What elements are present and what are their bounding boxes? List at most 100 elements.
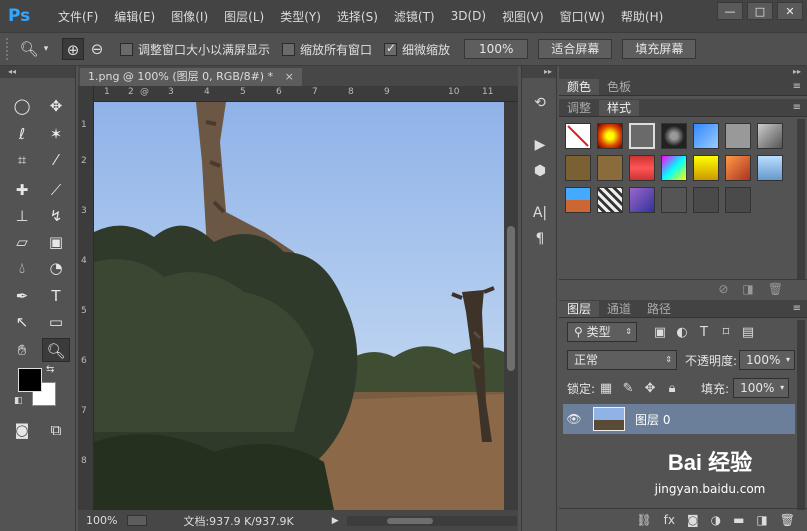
canvas-vertical-scrollbar[interactable] — [504, 102, 518, 510]
marquee-tool-icon[interactable]: ◯ — [8, 94, 36, 118]
blend-mode-select[interactable]: 正常 ⇕ — [567, 350, 677, 370]
menu-type[interactable]: 类型(Y) — [272, 8, 329, 25]
style-swatch-none[interactable] — [565, 123, 591, 149]
tab-color[interactable]: 颜色 — [559, 79, 600, 95]
quick-mask-icon[interactable]: ◙ — [8, 418, 36, 442]
style-swatch[interactable] — [693, 187, 719, 213]
style-swatch[interactable] — [693, 123, 719, 149]
rectangle-tool-icon[interactable]: ▭ — [42, 310, 70, 334]
menu-image[interactable]: 图像(I) — [163, 8, 216, 25]
eyedropper-tool-icon[interactable]: ⁄ — [42, 148, 70, 172]
lock-all-icon[interactable]: 🔒︎ — [661, 381, 683, 396]
style-swatch[interactable] — [725, 155, 751, 181]
styles-scrollbar[interactable] — [797, 119, 805, 279]
style-swatch[interactable] — [693, 155, 719, 181]
clear-style-icon[interactable]: ⊘ — [718, 280, 728, 297]
actions-panel-icon[interactable]: ▶ — [528, 134, 552, 156]
layer-row[interactable]: 👁︎ 图层 0 — [563, 404, 795, 434]
menu-file[interactable]: 文件(F) — [50, 8, 106, 25]
zoom-tool-icon[interactable]: 🔍︎ — [42, 338, 70, 362]
screen-mode-icon[interactable]: ⧉ — [42, 418, 70, 442]
magic-wand-tool-icon[interactable]: ✶ — [42, 122, 70, 146]
menu-window[interactable]: 窗口(W) — [552, 8, 613, 25]
dock-collapse-icon[interactable]: ▸▸ — [793, 66, 801, 78]
minimize-button[interactable]: — — [717, 2, 743, 20]
tab-swatches[interactable]: 色板 — [599, 79, 639, 95]
filter-type-icon[interactable]: T — [693, 325, 715, 340]
opacity-input[interactable]: 100% ▾ — [739, 350, 796, 370]
status-info-icon[interactable] — [127, 515, 148, 526]
chevron-down-icon[interactable]: ▾ — [40, 38, 52, 60]
tab-adjustments[interactable]: 调整 — [559, 100, 599, 116]
healing-brush-tool-icon[interactable]: ✚ — [8, 178, 36, 202]
menu-layer[interactable]: 图层(L) — [216, 8, 272, 25]
filter-shape-icon[interactable]: ⌑ — [715, 325, 737, 340]
layer-style-icon[interactable]: fx — [664, 509, 675, 531]
dodge-tool-icon[interactable]: ◔ — [42, 256, 70, 280]
dock-expand-icon[interactable]: ▸▸ — [522, 66, 556, 78]
color-panel-menu-icon[interactable]: ≡ — [793, 79, 801, 95]
style-swatch[interactable] — [661, 155, 687, 181]
default-colors-icon[interactable]: ◧ — [14, 396, 23, 406]
new-group-icon[interactable]: ▬ — [733, 509, 744, 531]
style-swatch[interactable] — [629, 155, 655, 181]
menu-help[interactable]: 帮助(H) — [613, 8, 671, 25]
layers-panel-menu-icon[interactable]: ≡ — [793, 301, 801, 317]
history-panel-icon[interactable]: ⟲ — [528, 92, 552, 114]
scrubby-zoom-checkbox[interactable]: 细微缩放 — [384, 41, 450, 58]
maximize-button[interactable]: □ — [747, 2, 773, 20]
document-canvas[interactable] — [94, 102, 504, 510]
link-layers-icon[interactable]: ⛓ — [636, 509, 651, 531]
add-mask-icon[interactable]: ◙ — [687, 509, 699, 531]
eye-icon[interactable]: 👁︎ — [563, 412, 585, 426]
close-button[interactable]: ✕ — [777, 2, 803, 20]
new-style-icon[interactable]: ◨ — [742, 280, 753, 297]
paragraph-panel-icon[interactable]: ¶ — [528, 228, 552, 250]
style-swatch[interactable] — [629, 187, 655, 213]
resize-windows-check[interactable] — [120, 42, 133, 56]
style-swatch[interactable] — [725, 123, 751, 149]
pen-tool-icon[interactable]: ✒ — [8, 284, 36, 308]
menu-edit[interactable]: 编辑(E) — [106, 8, 163, 25]
tab-styles[interactable]: 样式 — [599, 100, 640, 116]
styles-panel-menu-icon[interactable]: ≡ — [793, 100, 801, 116]
layer-filter-select[interactable]: ⚲ 类型 ⇕ — [567, 322, 637, 342]
document-tab[interactable]: 1.png @ 100% (图层 0, RGB/8#) * × — [80, 68, 302, 86]
path-selection-tool-icon[interactable]: ↖ — [8, 310, 36, 334]
layer-name[interactable]: 图层 0 — [635, 411, 670, 428]
hand-tool-icon[interactable]: ✋︎ — [8, 338, 36, 362]
new-layer-icon[interactable]: ◨ — [756, 509, 767, 531]
zoom-in-icon[interactable]: ⊕ — [62, 38, 84, 60]
fit-screen-button[interactable]: 适合屏幕 — [538, 39, 613, 59]
tab-paths[interactable]: 路径 — [639, 301, 679, 317]
tab-channels[interactable]: 通道 — [599, 301, 639, 317]
character-panel-icon[interactable]: A| — [528, 202, 552, 224]
3d-panel-icon[interactable]: ⬢ — [528, 160, 552, 182]
menu-3d[interactable]: 3D(D) — [443, 9, 494, 23]
style-swatch[interactable] — [725, 187, 751, 213]
menu-filter[interactable]: 滤镜(T) — [386, 8, 443, 25]
zoom-out-icon[interactable]: ⊖ — [86, 38, 108, 60]
clone-stamp-tool-icon[interactable]: ⊥ — [8, 204, 36, 228]
tools-collapse-icon[interactable]: ◂◂ — [0, 66, 75, 78]
style-swatch[interactable] — [757, 155, 783, 181]
close-document-icon[interactable]: × — [285, 70, 294, 83]
style-swatch[interactable] — [565, 187, 591, 213]
menu-select[interactable]: 选择(S) — [329, 8, 386, 25]
filter-pixel-icon[interactable]: ▣ — [649, 325, 671, 340]
lock-pixels-icon[interactable]: ✎ — [617, 381, 639, 396]
zoom-tool-preset-icon[interactable]: 🔍︎ — [18, 38, 40, 60]
status-zoom[interactable]: 100% — [86, 514, 117, 527]
style-swatch[interactable] — [597, 187, 623, 213]
style-swatch[interactable] — [597, 155, 623, 181]
tab-layers[interactable]: 图层 — [559, 301, 600, 317]
move-tool-icon[interactable]: ✥ — [42, 94, 70, 118]
canvas-horizontal-scrollbar[interactable] — [346, 515, 517, 526]
style-swatch[interactable] — [661, 123, 687, 149]
fill-screen-button[interactable]: 填充屏幕 — [622, 39, 697, 59]
swap-colors-icon[interactable]: ⇆ — [46, 364, 54, 375]
resize-windows-checkbox[interactable]: 调整窗口大小以满屏显示 — [120, 41, 270, 58]
type-tool-icon[interactable]: T — [42, 284, 70, 308]
lock-position-icon[interactable]: ✥ — [639, 381, 661, 396]
gradient-tool-icon[interactable]: ▣ — [42, 230, 70, 254]
